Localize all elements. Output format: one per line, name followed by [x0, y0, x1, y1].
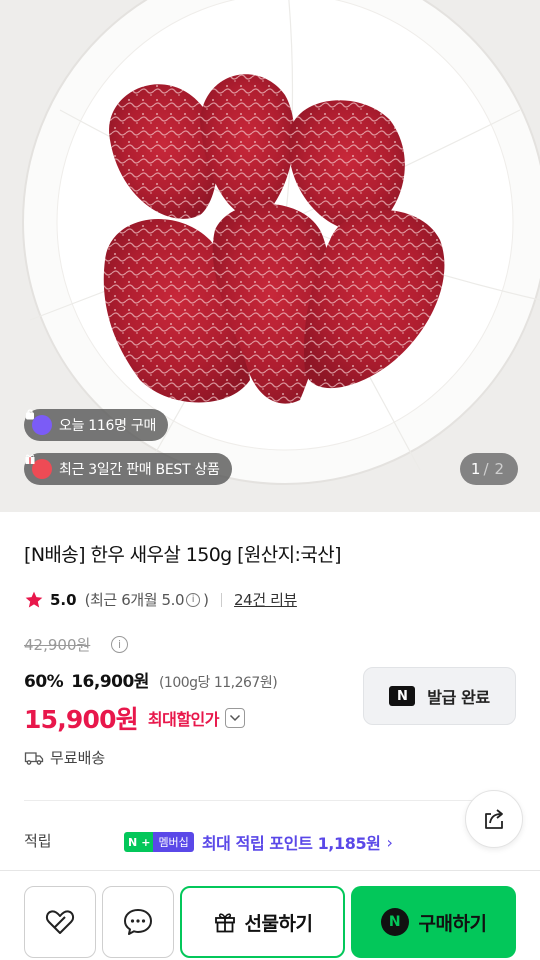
points-text: 최대 적립 포인트 1,185원	[201, 834, 381, 853]
price-row: 60% 16,900원 (100g당 11,267원)	[24, 667, 278, 692]
unit-price: (100g당 11,267원)	[158, 675, 278, 691]
points-label: 적립	[24, 832, 52, 850]
max-discount-price: 15,900원	[24, 705, 139, 734]
section-divider	[24, 800, 516, 801]
bottom-action-bar: 선물하기 N 구매하기	[0, 870, 540, 960]
sale-price: 16,900원	[71, 672, 149, 692]
rating-score: 5.0	[50, 590, 77, 609]
today-purchase-badge: 오늘 116명 구매	[24, 409, 169, 441]
rating-info-icon[interactable]: i	[186, 592, 201, 607]
best-seller-text: 최근 3일간 판매 BEST 상품	[59, 462, 220, 478]
shopping-bag-icon	[26, 409, 52, 435]
badge-membership: 멤버십	[153, 832, 194, 852]
discount-rate: 60%	[24, 672, 64, 692]
rating-recent: (최근 6개월 5.0	[84, 591, 185, 609]
pager-current: 1	[470, 460, 481, 478]
shipping-text: 무료배송	[50, 749, 106, 767]
naver-pay-n-icon: N	[380, 908, 409, 936]
naver-pay-logo-icon: N	[389, 686, 416, 706]
chevron-down-icon[interactable]	[224, 708, 245, 728]
talk-talk-button[interactable]	[102, 886, 174, 958]
wishlist-button[interactable]	[24, 886, 96, 958]
naver-plus-membership-badge: N + 멤버십	[124, 832, 194, 852]
image-pager: 1 / 2	[460, 453, 518, 485]
review-link[interactable]: 24건 리뷰	[234, 589, 297, 610]
gift-button-label: 선물하기	[244, 912, 313, 935]
max-discount-label: 최대할인가	[147, 710, 220, 729]
max-discount-row[interactable]: 15,900원 최대할인가	[24, 700, 245, 736]
truck-icon	[24, 751, 44, 765]
share-icon	[485, 809, 503, 829]
coupon-issued-button[interactable]: N 발급 완료	[363, 667, 516, 725]
gift-icon	[25, 454, 52, 479]
gift-box-icon	[214, 913, 235, 933]
badge-n: N	[124, 832, 142, 852]
membership-points-link[interactable]: N + 멤버십 최대 적립 포인트 1,185원 ›	[124, 830, 393, 854]
chat-bubble-icon	[124, 909, 152, 935]
pager-separator: /	[483, 460, 489, 478]
divider	[221, 592, 223, 607]
today-purchase-text: 오늘 116명 구매	[59, 418, 157, 434]
product-title: [N배송] 한우 새우살 150g [원산지:국산]	[24, 544, 342, 566]
heart-icon	[45, 910, 75, 934]
product-image[interactable]: 오늘 116명 구매 최근 3일간 판매 BEST 상품 1 / 2	[0, 0, 540, 512]
buy-button-label: 구매하기	[418, 912, 487, 935]
pager-total: 2	[494, 460, 505, 478]
chevron-right-icon: ›	[386, 832, 393, 852]
shipping-info: 무료배송	[24, 747, 105, 768]
original-price: 42,900원	[24, 636, 91, 654]
best-seller-badge: 최근 3일간 판매 BEST 상품	[24, 453, 232, 485]
rating-recent-close: )	[203, 590, 210, 609]
badge-plus: +	[141, 832, 154, 852]
coupon-label: 발급 완료	[427, 688, 490, 707]
star-icon	[25, 591, 43, 607]
rating-row: 5.0 (최근 6개월 5.0 i ) 24건 리뷰	[24, 589, 297, 610]
price-info-icon[interactable]: i	[111, 636, 128, 653]
share-button[interactable]	[465, 790, 523, 848]
buy-button[interactable]: N 구매하기	[351, 886, 516, 958]
gift-button[interactable]: 선물하기	[180, 886, 345, 958]
